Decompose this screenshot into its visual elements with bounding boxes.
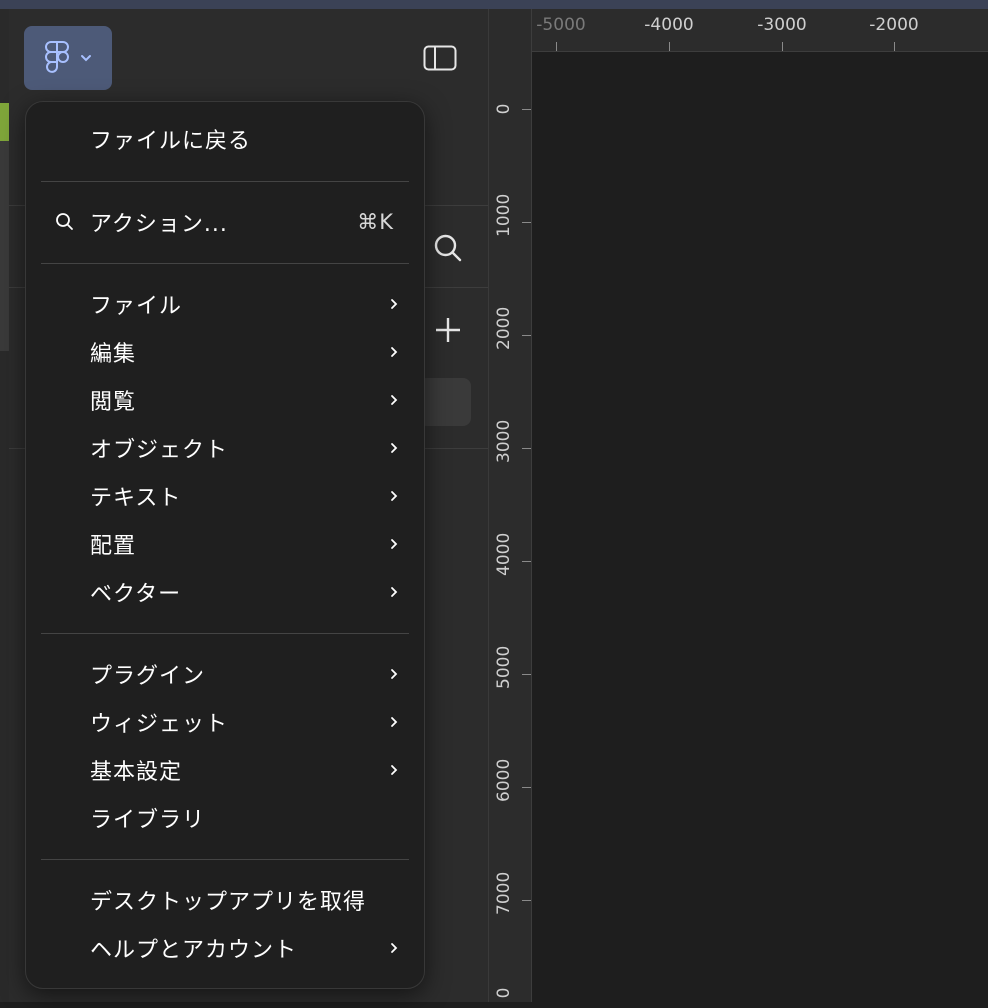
menu-item-label: 閲覧: [90, 390, 137, 415]
menu-separator: [41, 263, 409, 264]
menu-item-label: デスクトップアプリを取得: [90, 890, 367, 915]
menu-item-label: ライブラリ: [90, 808, 206, 833]
ruler-x-label: -3000: [757, 15, 807, 35]
background-window-panel: [0, 141, 9, 351]
horizontal-ruler: -5000 -4000 -3000 -2000: [489, 9, 988, 52]
ruler-y-label: 5000: [494, 645, 514, 689]
ruler-y-label: 0: [494, 987, 514, 999]
sidebar-toggle-button[interactable]: [423, 45, 457, 71]
ruler-y-tick: [522, 674, 531, 675]
menu-item-label: ファイル: [90, 294, 183, 319]
menu-item-label: ヘルプとアカウント: [90, 938, 298, 963]
background-window-accent: [0, 103, 9, 141]
main-menu-button[interactable]: [24, 26, 112, 90]
chevron-right-icon: [391, 491, 398, 501]
menu-item-label: 基本設定: [90, 760, 183, 785]
layer-search-button[interactable]: [433, 233, 463, 263]
ruler-y-label: 0: [494, 103, 514, 115]
ruler-y-tick: [522, 787, 531, 788]
ruler-y-tick: [522, 335, 531, 336]
chevron-right-icon: [391, 669, 398, 679]
keyboard-shortcut: ⌘K: [357, 210, 394, 234]
menu-item-edit[interactable]: 編集: [26, 330, 424, 374]
plus-icon: [436, 318, 460, 342]
ruler-y-label: 2000: [494, 306, 514, 350]
ruler-y-label: 7000: [494, 871, 514, 915]
figma-logo-icon: [45, 41, 69, 73]
menu-separator: [41, 633, 409, 634]
ruler-x-label: -5000: [536, 15, 586, 35]
menu-item-plugins[interactable]: プラグイン: [26, 652, 424, 696]
ruler-y-label: 4000: [494, 532, 514, 576]
chevron-right-icon: [391, 395, 398, 405]
menu-item-help-and-account[interactable]: ヘルプとアカウント: [26, 926, 424, 970]
ruler-corner: [489, 9, 532, 52]
search-icon: [56, 213, 73, 230]
menu-item-view[interactable]: 閲覧: [26, 378, 424, 422]
chevron-right-icon: [391, 443, 398, 453]
ruler-x-label: -2000: [869, 15, 919, 35]
ruler-y-tick: [522, 448, 531, 449]
menu-item-label: オブジェクト: [90, 438, 229, 463]
ruler-y-tick: [522, 900, 531, 901]
menu-item-vector[interactable]: ベクター: [26, 570, 424, 614]
ruler-y-tick: [522, 222, 531, 223]
menu-item-text[interactable]: テキスト: [26, 474, 424, 518]
vertical-ruler: 0 1000 2000 3000 4000 5000 6000 7000 0: [489, 51, 532, 1002]
menu-item-preferences[interactable]: 基本設定: [26, 748, 424, 792]
menu-item-label: テキスト: [90, 486, 182, 511]
ruler-x-tick: [669, 42, 670, 51]
menu-separator: [41, 181, 409, 182]
ruler-x-tick: [556, 42, 557, 51]
sidebar-toggle-icon: [423, 45, 457, 71]
add-page-button[interactable]: [433, 315, 463, 345]
page-list-item[interactable]: [419, 378, 471, 426]
ruler-y-tick: [522, 561, 531, 562]
menu-item-label: ウィジェット: [90, 712, 229, 737]
main-menu-dropdown: ファイルに戻る アクション... ⌘K ファイル 編集 閲覧 オブジェクト テキ…: [25, 101, 425, 989]
chevron-right-icon: [391, 587, 398, 597]
menu-item-label: プラグイン: [90, 664, 206, 689]
ruler-x-tick: [782, 42, 783, 51]
ruler-y-tick: [522, 109, 531, 110]
menu-separator: [41, 859, 409, 860]
ruler-x-tick: [894, 42, 895, 51]
chevron-right-icon: [391, 299, 398, 309]
ruler-y-label: 3000: [494, 419, 514, 463]
menu-item-libraries[interactable]: ライブラリ: [26, 796, 424, 840]
menu-item-get-desktop-app[interactable]: デスクトップアプリを取得: [26, 878, 424, 922]
chevron-down-icon: [81, 55, 91, 62]
menu-item-label: アクション...: [90, 212, 228, 237]
menu-item-object[interactable]: オブジェクト: [26, 426, 424, 470]
ruler-x-label: -4000: [644, 15, 694, 35]
ruler-y-label: 6000: [494, 758, 514, 802]
chevron-right-icon: [391, 765, 398, 775]
menu-item-back-to-files[interactable]: ファイルに戻る: [26, 117, 424, 161]
menu-item-label: ベクター: [90, 582, 182, 607]
menu-item-widgets[interactable]: ウィジェット: [26, 700, 424, 744]
chevron-right-icon: [391, 347, 398, 357]
menu-item-arrange[interactable]: 配置: [26, 522, 424, 566]
search-icon: [434, 234, 462, 262]
ruler-y-label: 1000: [494, 193, 514, 237]
menu-item-file[interactable]: ファイル: [26, 282, 424, 326]
menu-item-label: ファイルに戻る: [90, 129, 252, 154]
chevron-right-icon: [391, 539, 398, 549]
menu-item-actions[interactable]: アクション... ⌘K: [26, 200, 424, 244]
menu-item-label: 編集: [90, 342, 137, 367]
menu-item-label: 配置: [90, 534, 137, 559]
chevron-right-icon: [391, 943, 398, 953]
chevron-right-icon: [391, 717, 398, 727]
background-window-edge: [0, 9, 9, 1002]
design-canvas[interactable]: [532, 52, 988, 1002]
